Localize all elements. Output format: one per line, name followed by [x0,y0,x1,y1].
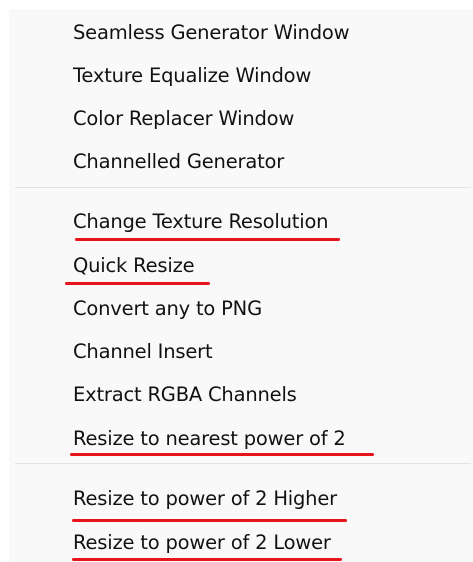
menu-item-color-replacer-window[interactable]: Color Replacer Window [73,107,294,130]
menu-item-convert-any-to-png[interactable]: Convert any to PNG [73,297,262,320]
menu-item-texture-equalize-window[interactable]: Texture Equalize Window [73,64,311,87]
annotation-underline-resize-to-nearest-power-of-2 [70,453,374,456]
annotation-underline-change-texture-resolution [75,238,340,241]
menu-item-resize-to-power-of-2-higher[interactable]: Resize to power of 2 Higher [73,487,337,510]
context-menu: Seamless Generator Window Texture Equali… [9,9,473,562]
menu-item-channelled-generator[interactable]: Channelled Generator [73,150,284,173]
annotation-underline-resize-to-power-of-2-higher [72,519,347,522]
menu-item-channel-insert[interactable]: Channel Insert [73,340,213,363]
menu-item-quick-resize[interactable]: Quick Resize [73,254,195,277]
menu-item-seamless-generator-window[interactable]: Seamless Generator Window [73,21,350,44]
menu-item-resize-to-power-of-2-lower[interactable]: Resize to power of 2 Lower [73,531,331,554]
menu-item-change-texture-resolution[interactable]: Change Texture Resolution [73,210,329,233]
menu-item-resize-to-nearest-power-of-2[interactable]: Resize to nearest power of 2 [73,427,346,450]
menu-item-extract-rgba-channels[interactable]: Extract RGBA Channels [73,383,297,406]
menu-separator [15,187,471,188]
annotation-underline-quick-resize [65,282,210,285]
annotation-underline-resize-to-power-of-2-lower [72,558,342,561]
menu-separator [15,463,471,464]
